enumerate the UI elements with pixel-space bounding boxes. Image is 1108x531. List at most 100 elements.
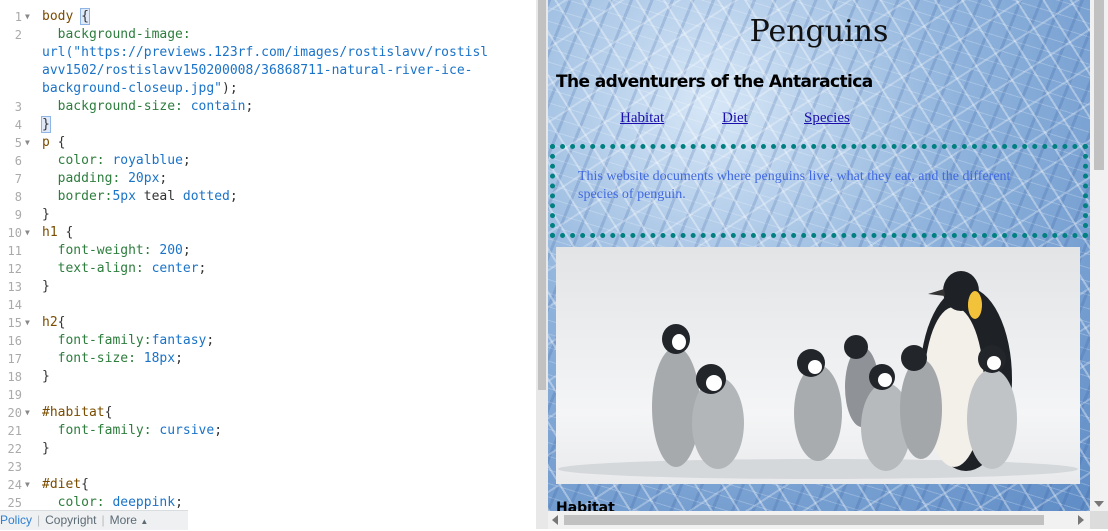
code-line[interactable]: 14 (0, 296, 536, 314)
code-token: cursive (159, 423, 215, 438)
code-line[interactable]: 12 text-align: center; (0, 260, 536, 278)
line-number: 18 (7, 370, 22, 384)
line-number: 13 (7, 280, 22, 294)
code-token: contain (190, 99, 246, 114)
habitat-link[interactable]: Habitat (620, 110, 664, 127)
fold-arrow-icon[interactable]: ▼ (25, 314, 30, 332)
code-line[interactable]: 20 ▼ #habitat{ (0, 404, 536, 422)
code-line[interactable]: 18} (0, 368, 536, 386)
code-token: body (42, 9, 82, 24)
code-token: url("https://previews.123rf.com/images/r… (42, 45, 489, 60)
penguins-photo (556, 247, 1080, 484)
code-line[interactable]: 7 padding: 20px; (0, 170, 536, 188)
code-line[interactable]: url("https://previews.123rf.com/images/r… (0, 44, 536, 62)
preview-horizontal-scrollbar[interactable] (548, 511, 1090, 529)
caret-up-icon: ▲ (140, 517, 149, 526)
code-line[interactable]: 21 font-family: cursive; (0, 422, 536, 440)
penguin-chick (692, 364, 744, 469)
preview-vertical-scrollbar-thumb[interactable] (1094, 0, 1104, 170)
habitat-heading: Habitat (556, 500, 615, 511)
preview-horizontal-scrollbar-thumb[interactable] (564, 515, 1044, 525)
code-text: text-align: center; (42, 260, 207, 278)
code-token: { (81, 477, 89, 492)
copyright-link[interactable]: Copyright (45, 513, 96, 527)
line-number: 8 (14, 190, 22, 204)
code-token: center (151, 261, 199, 276)
code-line[interactable]: 3 background-size: contain; (0, 98, 536, 116)
line-number: 9 (14, 208, 22, 222)
line-number: 3 (14, 100, 22, 114)
editor-scrollbar[interactable] (536, 0, 548, 529)
code-token: ; (159, 171, 168, 186)
code-line[interactable]: 19 (0, 386, 536, 404)
code-token: { (104, 405, 113, 420)
fold-arrow-icon[interactable]: ▼ (25, 134, 30, 152)
css-editor[interactable]: 1 ▼ body {2 background-image: url("https://… (0, 0, 536, 529)
code-line[interactable]: 10 ▼ h1 { (0, 224, 536, 242)
footer-separator: | (37, 513, 41, 527)
code-line[interactable]: 13} (0, 278, 536, 296)
code-token: padding: (42, 171, 129, 186)
fold-arrow-icon[interactable]: ▼ (25, 224, 30, 242)
code-line[interactable]: 15 ▼ h2{ (0, 314, 536, 332)
fold-arrow-icon[interactable]: ▼ (25, 476, 30, 494)
matched-brace: } (41, 116, 51, 133)
code-token: #habitat (42, 405, 105, 420)
line-number: 21 (7, 424, 22, 438)
code-line[interactable]: 1 ▼ body { (0, 8, 536, 26)
code-line[interactable]: 23 (0, 458, 536, 476)
code-token: color: (42, 495, 113, 510)
preview-vertical-scrollbar[interactable] (1090, 0, 1108, 511)
code-line[interactable]: 2 background-image: (0, 26, 536, 44)
code-token: teal (143, 189, 183, 204)
code-text: avv1502/rostislavv150200008/36868711-nat… (42, 62, 472, 80)
code-text: } (42, 278, 50, 296)
code-line[interactable]: 17 font-size: 18px; (0, 350, 536, 368)
code-line[interactable]: 8 border:5px teal dotted; (0, 188, 536, 206)
code-line[interactable]: 6 color: royalblue; (0, 152, 536, 170)
line-number: 6 (14, 154, 22, 168)
policy-link[interactable]: Policy (0, 513, 32, 527)
scroll-left-arrow-icon[interactable] (552, 515, 558, 525)
fold-arrow-icon[interactable]: ▼ (25, 404, 30, 422)
line-number: 10 (7, 226, 22, 240)
code-token: { (57, 315, 66, 330)
line-number: 22 (7, 442, 22, 456)
code-text: font-weight: 200; (42, 242, 191, 260)
code-token: border: (42, 189, 113, 204)
code-token: ; (229, 189, 238, 204)
code-text: } (42, 440, 50, 458)
fold-arrow-icon[interactable]: ▼ (25, 8, 30, 26)
scroll-right-arrow-icon[interactable] (1078, 515, 1084, 525)
code-token: background-closeup.jpg" (42, 81, 223, 96)
code-token: p (42, 135, 58, 150)
intro-paragraph-box: This website documents where penguins li… (550, 144, 1088, 238)
code-token: { (65, 225, 74, 240)
code-text: } (42, 368, 50, 386)
code-token: ; (175, 495, 183, 510)
line-number: 11 (7, 244, 22, 258)
species-link[interactable]: Species (804, 110, 850, 127)
line-number: 4 (14, 118, 22, 132)
code-text: } (41, 116, 51, 134)
code-token: 5px (112, 189, 144, 204)
code-line[interactable]: 16 font-family:fantasy; (0, 332, 536, 350)
diet-link[interactable]: Diet (722, 110, 748, 127)
code-token: fantasy (151, 333, 207, 348)
more-menu-button[interactable]: More ▲ (110, 513, 149, 527)
code-line[interactable]: 24 ▼ #diet{ (0, 476, 536, 494)
code-token: background-size: (42, 99, 191, 114)
scroll-down-arrow-icon[interactable] (1094, 501, 1104, 507)
code-line[interactable]: 4} (0, 116, 536, 134)
code-line[interactable]: 5 ▼ p { (0, 134, 536, 152)
code-token: h2 (42, 315, 58, 330)
editor-scrollbar-thumb[interactable] (538, 0, 546, 390)
code-line[interactable]: 22} (0, 440, 536, 458)
code-token: royalblue (112, 153, 183, 168)
penguin-chick (794, 349, 842, 461)
code-line[interactable]: 9} (0, 206, 536, 224)
code-line[interactable]: avv1502/rostislavv150200008/36868711-nat… (0, 62, 536, 80)
code-line[interactable]: 11 font-weight: 200; (0, 242, 536, 260)
footer-separator: | (101, 513, 105, 527)
code-line[interactable]: background-closeup.jpg"); (0, 80, 536, 98)
